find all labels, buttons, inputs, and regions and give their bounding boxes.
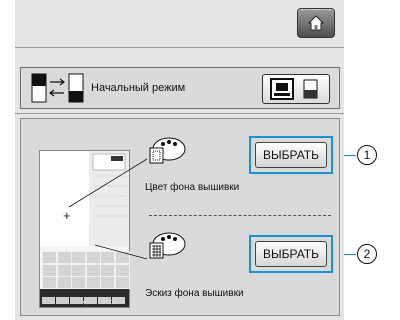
swatch — [42, 297, 55, 304]
header-divider — [15, 47, 344, 48]
preview-bottom-bar: ? ♦/↔ 00:00 — [40, 289, 129, 307]
preview-grid-cell — [42, 276, 57, 289]
select-frame-1: ВЫБРАТЬ — [249, 136, 333, 174]
grid-palette-icon — [149, 232, 186, 259]
home-icon — [307, 15, 325, 31]
initial-mode-label: Начальный режим — [91, 82, 186, 94]
display-mode-toggle[interactable] — [262, 74, 330, 104]
preview-time-glyph: 00:00 — [102, 300, 117, 306]
preview-move-glyph: ♦/↔ — [82, 300, 93, 306]
callout-line-1 — [344, 155, 356, 156]
callout-line-2 — [344, 254, 356, 255]
preview-grid-cell — [42, 263, 57, 277]
preview-help-glyph: ? — [60, 300, 63, 306]
pointer-lines — [68, 158, 148, 260]
select-frame-2: ВЫБРАТЬ — [249, 235, 333, 273]
option-separator — [149, 215, 331, 216]
preview-grid-cell — [42, 251, 57, 264]
initial-mode-panel: Начальный режим — [20, 67, 340, 109]
layout-switch-icon — [31, 73, 84, 103]
callout-1: 1 — [357, 145, 377, 165]
background-settings-panel: + ? ♦/↔ 00:00 Цвет фона вышивки ВЫБРАТЬ — [20, 118, 340, 316]
mode-divider — [15, 113, 344, 114]
display-mode-toggle-icon — [270, 78, 318, 100]
home-button[interactable] — [297, 8, 335, 38]
select-background-color-button[interactable]: ВЫБРАТЬ — [255, 142, 327, 168]
palette-icon — [149, 137, 186, 164]
callout-2: 2 — [357, 244, 377, 264]
background-sketch-label: Эскиз фона вышивки — [145, 288, 244, 299]
select-background-sketch-button[interactable]: ВЫБРАТЬ — [255, 241, 327, 267]
background-color-label: Цвет фона вышивки — [145, 182, 240, 193]
